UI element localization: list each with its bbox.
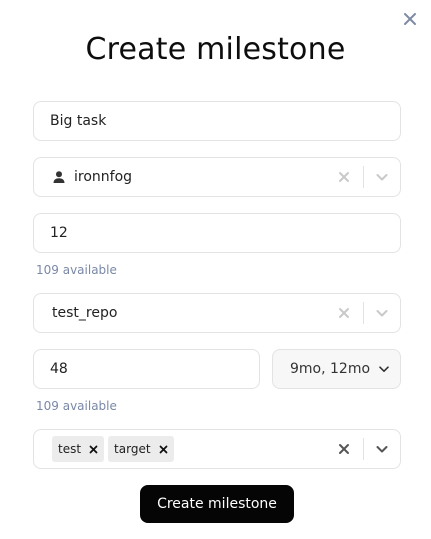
user-icon	[52, 170, 66, 184]
amount-field[interactable]: 12	[33, 213, 401, 253]
select-separator	[363, 166, 364, 188]
tag-chip: target	[108, 436, 174, 462]
repo-value: test_repo	[52, 305, 118, 321]
name-value: Big task	[50, 113, 107, 129]
repo-select[interactable]: test_repo	[33, 293, 401, 333]
tag-label: test	[58, 442, 82, 456]
chevron-down-icon	[378, 363, 390, 375]
tag-chip: test	[52, 436, 105, 462]
remove-chip-icon[interactable]	[89, 445, 98, 454]
duration-unit-select[interactable]: 9mo, 12mo	[272, 349, 401, 389]
name-field[interactable]: Big task	[33, 101, 401, 141]
select-separator	[363, 302, 364, 324]
owner-value: ironnfog	[74, 169, 133, 185]
create-milestone-button[interactable]: Create milestone	[140, 485, 294, 523]
chevron-down-icon[interactable]	[375, 442, 389, 456]
tag-chips: test target	[52, 436, 337, 462]
duration-value: 48	[50, 361, 68, 377]
dialog-title: Create milestone	[85, 32, 346, 67]
duration-field[interactable]: 48	[33, 349, 260, 389]
clear-icon[interactable]	[337, 442, 351, 456]
chevron-down-icon[interactable]	[375, 170, 389, 184]
tags-select[interactable]: test target	[33, 429, 401, 469]
owner-select[interactable]: ironnfog	[33, 157, 401, 197]
clear-icon[interactable]	[337, 170, 351, 184]
duration-helper: 109 available	[36, 399, 117, 413]
select-separator	[363, 438, 364, 460]
duration-unit-value: 9mo, 12mo	[290, 361, 371, 377]
chevron-down-icon[interactable]	[375, 306, 389, 320]
clear-icon[interactable]	[337, 306, 351, 320]
close-icon[interactable]	[401, 10, 419, 28]
amount-helper: 109 available	[36, 263, 117, 277]
remove-chip-icon[interactable]	[159, 445, 168, 454]
amount-value: 12	[50, 225, 68, 241]
tag-label: target	[114, 442, 151, 456]
